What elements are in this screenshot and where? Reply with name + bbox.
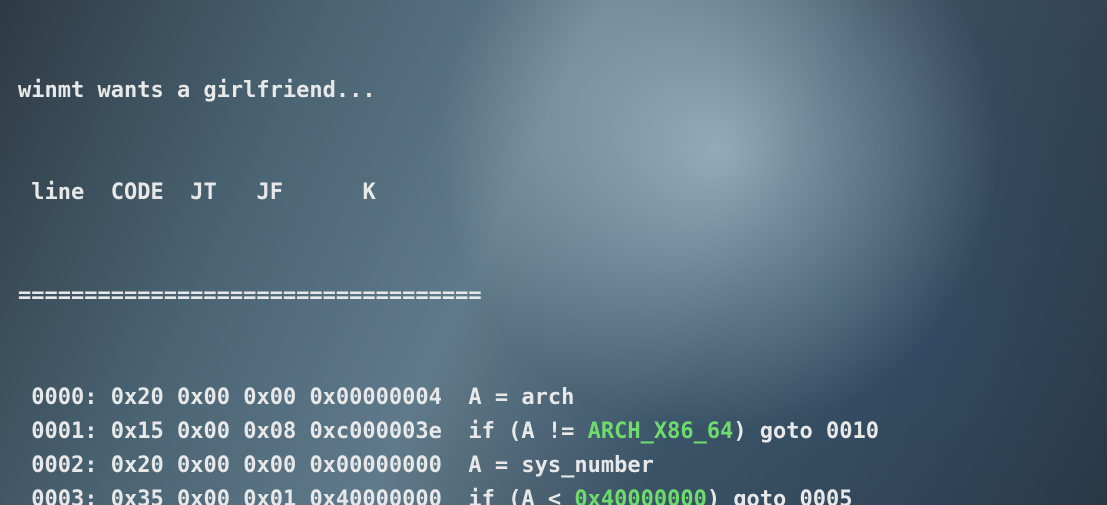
syscall-symbol: 0x40000000 [574, 487, 706, 505]
table-row: 0003: 0x35 0x00 0x01 0x40000000 if (A < … [18, 483, 1103, 505]
terminal-output: winmt wants a girlfriend... line CODE JT… [0, 0, 1107, 505]
table-header: line CODE JT JF K [18, 176, 1103, 210]
table-row: 0000: 0x20 0x00 0x00 0x00000004 A = arch [18, 381, 1103, 415]
separator: =================================== [18, 279, 1103, 313]
syscall-symbol: ARCH_X86_64 [588, 419, 734, 444]
prompt-title: winmt wants a girlfriend... [18, 74, 1103, 108]
seccomp-rows: 0000: 0x20 0x00 0x00 0x00000004 A = arch… [18, 381, 1103, 505]
table-row: 0001: 0x15 0x00 0x08 0xc000003e if (A !=… [18, 415, 1103, 449]
table-row: 0002: 0x20 0x00 0x00 0x00000000 A = sys_… [18, 449, 1103, 483]
